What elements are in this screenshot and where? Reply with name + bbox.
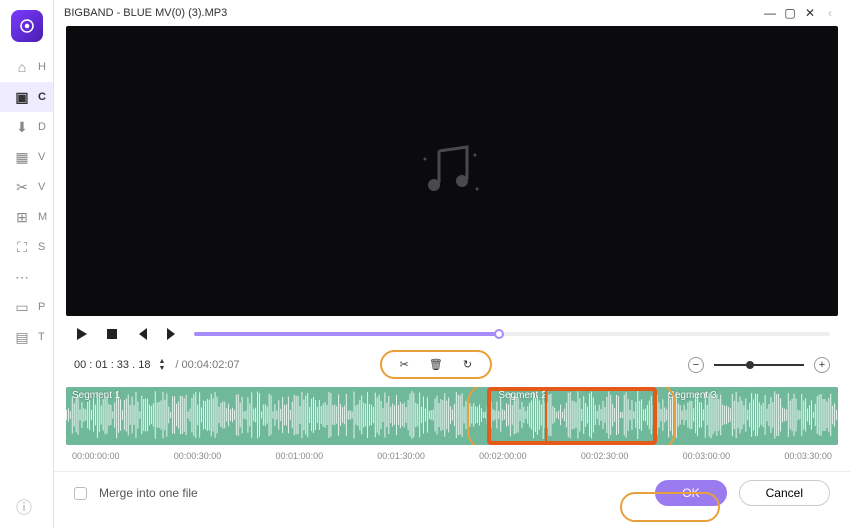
cancel-button[interactable]: Cancel: [739, 480, 830, 506]
stop-button[interactable]: [104, 326, 120, 342]
ruler-tick: 00:01:30:00: [377, 451, 425, 461]
time-ruler: 00:00:00:00 00:00:30:00 00:01:00:00 00:01:3…: [54, 445, 850, 471]
sidebar-item-3[interactable]: ▦V: [0, 142, 53, 172]
zoom-control: − +: [688, 357, 830, 373]
cut-icon[interactable]: ✂: [400, 358, 409, 371]
current-time-field[interactable]: 00 : 01 : 33 . 18 ▲▼: [74, 358, 165, 372]
panel-collapse-icon[interactable]: ‹: [820, 6, 840, 20]
ok-button[interactable]: OK: [655, 480, 726, 506]
sidebar-item-5[interactable]: ⊞M: [0, 202, 53, 232]
segment-3-label: Segment 3: [668, 390, 716, 401]
sidebar: ⌂H▣C⬇D▦V✂V⊞M⛶S ⋯ ▭P▤T ⓘ: [0, 0, 54, 528]
titlebar: BIGBAND - BLUE MV(0) (3).MP3 — ▢ ✕ ‹: [54, 0, 850, 26]
edit-toolbar: ✂ 🗑 ↻: [380, 350, 492, 379]
sidebar-item-1[interactable]: ▣C: [0, 82, 53, 112]
minimize-button[interactable]: —: [760, 6, 780, 20]
sidebar-item-4[interactable]: ✂V: [0, 172, 53, 202]
sidebar-item-0[interactable]: ⌂H: [0, 52, 53, 82]
next-button[interactable]: [164, 326, 180, 342]
maximize-button[interactable]: ▢: [780, 6, 800, 20]
zoom-in-icon[interactable]: +: [814, 357, 830, 373]
sidebar-item-2[interactable]: ⬇D: [0, 112, 53, 142]
close-button[interactable]: ✕: [800, 6, 820, 20]
sidebar-item-9[interactable]: ▤T: [0, 322, 53, 352]
merge-label: Merge into one file: [99, 486, 198, 500]
ruler-tick: 00:00:30:00: [174, 451, 222, 461]
ruler-tick: 00:01:00:00: [276, 451, 324, 461]
app-logo: [11, 10, 43, 42]
time-stepper[interactable]: ▲▼: [154, 358, 165, 372]
sidebar-icon: ⛶: [14, 239, 30, 256]
sidebar-icon: ▣: [14, 89, 30, 106]
seek-slider[interactable]: [194, 332, 830, 336]
sidebar-item-6[interactable]: ⛶S: [0, 232, 53, 262]
sidebar-icon: ▤: [14, 329, 30, 346]
footer: Merge into one file OK Cancel: [54, 471, 850, 514]
zoom-slider[interactable]: [714, 364, 804, 366]
delete-icon[interactable]: 🗑: [429, 358, 443, 371]
ruler-tick: 00:02:00:00: [479, 451, 527, 461]
sidebar-item-7[interactable]: ⋯: [0, 262, 53, 292]
transport-bar: [54, 322, 850, 348]
play-button[interactable]: [74, 326, 90, 342]
total-time: / 00:04:02:07: [175, 359, 239, 371]
sidebar-icon: ▭: [14, 299, 30, 316]
playhead[interactable]: [545, 387, 547, 445]
media-preview: [66, 26, 838, 316]
window-title: BIGBAND - BLUE MV(0) (3).MP3: [64, 7, 227, 19]
ruler-tick: 00:03:00:00: [683, 451, 731, 461]
music-icon: [417, 141, 487, 201]
waveform-timeline[interactable]: Segment 1 Segment 2 Segment 3: [66, 387, 838, 445]
ruler-tick: 00:02:30:00: [581, 451, 629, 461]
sidebar-item-8[interactable]: ▭P: [0, 292, 53, 322]
waveform: [66, 387, 838, 443]
sidebar-icon: ✂: [14, 179, 30, 196]
help-icon[interactable]: ⓘ: [16, 494, 32, 518]
sidebar-icon: ▦: [14, 149, 30, 166]
sidebar-icon: ⊞: [14, 209, 30, 226]
sidebar-icon: ⋯: [14, 269, 30, 286]
merge-checkbox[interactable]: [74, 487, 87, 500]
prev-button[interactable]: [134, 326, 150, 342]
sidebar-icon: ⬇: [14, 119, 30, 136]
sidebar-icon: ⌂: [14, 59, 30, 75]
ruler-tick: 00:00:00:00: [72, 451, 120, 461]
ruler-tick: 00:03:30:00: [784, 451, 832, 461]
segment-1-label: Segment 1: [72, 390, 120, 401]
rotate-icon[interactable]: ↻: [463, 358, 472, 371]
selected-segment[interactable]: [487, 387, 657, 445]
zoom-out-icon[interactable]: −: [688, 357, 704, 373]
